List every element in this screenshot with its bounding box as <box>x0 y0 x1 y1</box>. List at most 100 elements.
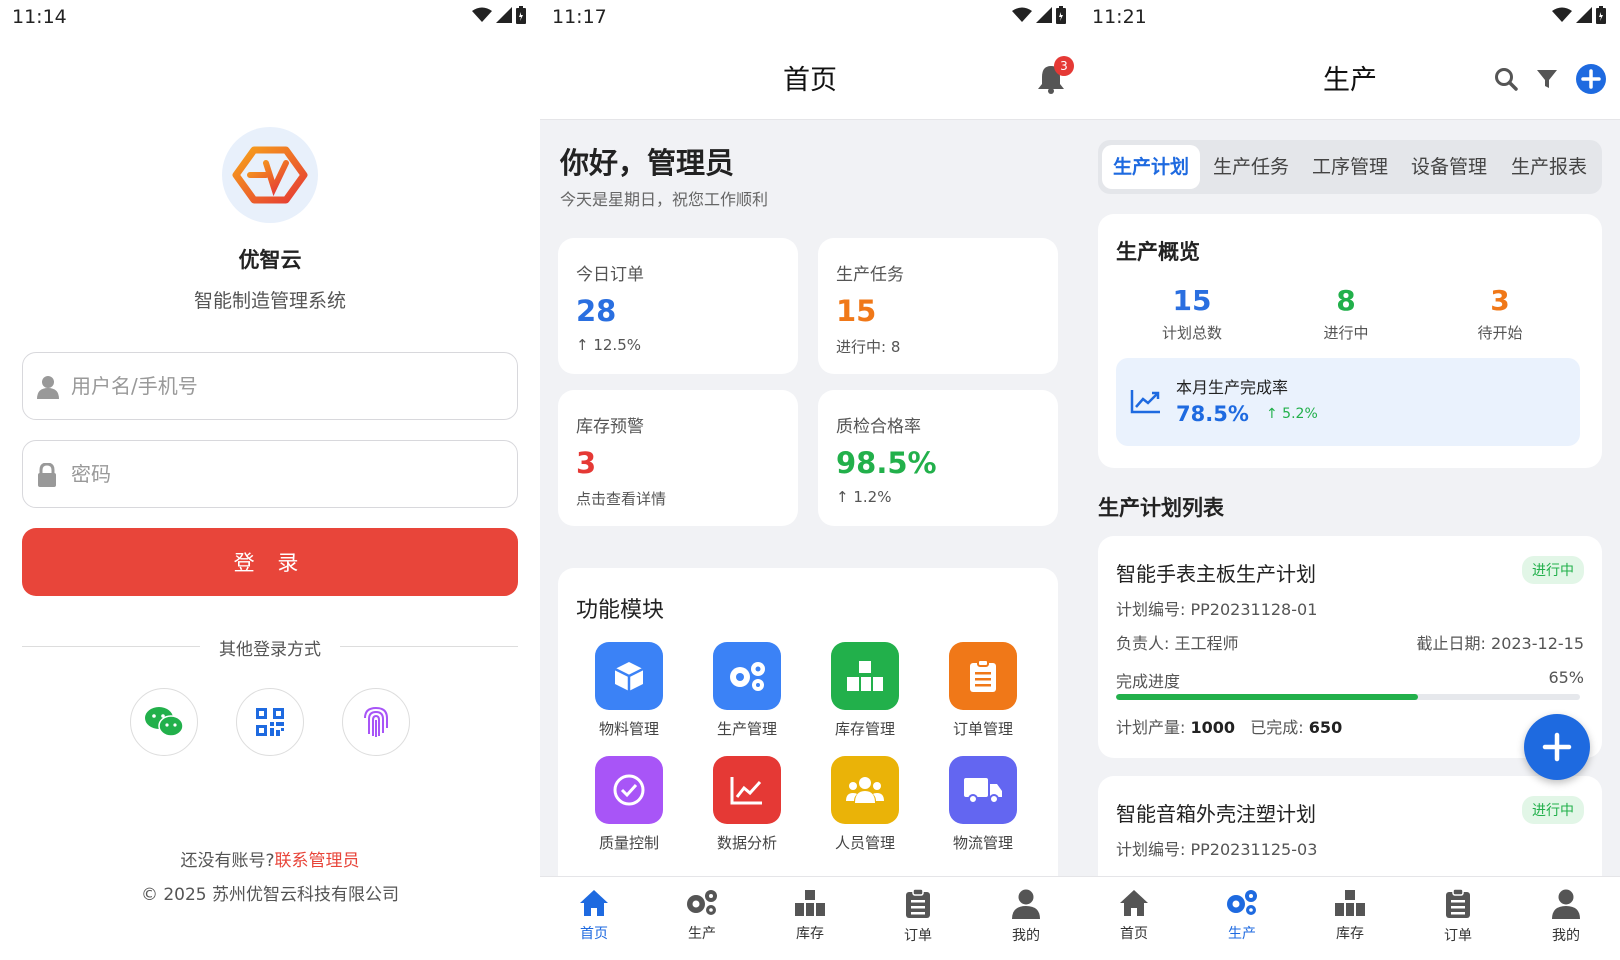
tab-equipment[interactable]: 设备管理 <box>1400 145 1498 189</box>
tab-report[interactable]: 生产报表 <box>1500 145 1598 189</box>
gears-icon <box>713 642 781 710</box>
production-screen: 11:21 生产 生产计划 生产任务 工序管理 设备管理 生产报表 生产概览 1… <box>1080 0 1620 960</box>
stat-card-quality[interactable]: 质检合格率 98.5% ↑ 1.2% <box>818 390 1058 526</box>
qrcode-icon <box>256 708 284 736</box>
boxes-icon <box>795 890 825 916</box>
tab-orders[interactable]: 订单 <box>1404 888 1512 945</box>
overview-pending-label: 待开始 <box>1477 324 1523 342</box>
search-icon[interactable] <box>1494 67 1518 91</box>
tab-label: 首页 <box>580 926 608 942</box>
stat-card-tasks[interactable]: 生产任务 15 进行中: 8 <box>818 238 1058 374</box>
plan-card[interactable]: 智能手表主板生产计划 进行中 计划编号: PP20231128-01 负责人: … <box>1098 536 1602 758</box>
stat-sub: 进行中: 8 <box>836 338 901 356</box>
done-label: 已完成: <box>1250 718 1304 737</box>
battery-icon <box>516 6 526 24</box>
tab-inventory[interactable]: 库存 <box>756 889 864 943</box>
tab-mine[interactable]: 我的 <box>972 889 1080 945</box>
logo-icon <box>232 146 308 204</box>
progress-bar <box>1116 694 1580 700</box>
status-time: 11:14 <box>12 6 67 28</box>
other-login-label: 其他登录方式 <box>0 635 540 660</box>
cube-icon <box>595 642 663 710</box>
tab-production[interactable]: 生产 <box>648 889 756 943</box>
plan-name: 智能手表主板生产计划 <box>1116 562 1316 586</box>
tab-mine[interactable]: 我的 <box>1512 889 1620 945</box>
login-screen: 11:14 优智云 智能制造管理系统 登 录 其他登录方式 <box>0 0 540 960</box>
stat-card-inventory-alert[interactable]: 库存预警 3 点击查看详情 <box>558 390 798 526</box>
tab-home[interactable]: 首页 <box>1080 889 1188 943</box>
overview-inprogress-value: 8 <box>1336 284 1356 317</box>
plan-code-row: 计划编号: PP20231125-03 <box>1116 836 1317 860</box>
username-field[interactable] <box>22 352 518 420</box>
tab-label: 库存 <box>1336 926 1364 942</box>
module-personnel[interactable]: 人员管理 <box>810 756 920 853</box>
module-production[interactable]: 生产管理 <box>692 642 802 739</box>
overview-title: 生产概览 <box>1116 240 1200 264</box>
rate-value: 78.5% <box>1176 402 1249 426</box>
plan-code-label: 计划编号: <box>1116 840 1186 859</box>
add-circle-icon[interactable] <box>1576 64 1606 94</box>
overview-total-label: 计划总数 <box>1161 324 1222 342</box>
modules-card: 功能模块 物料管理 生产管理 库存管理 订单管理 质量控制 数据分析 人员管理 … <box>558 568 1058 908</box>
add-plan-fab[interactable] <box>1524 714 1590 780</box>
module-inventory[interactable]: 库存管理 <box>810 642 920 739</box>
tab-production[interactable]: 生产 <box>1188 889 1296 943</box>
stat-card-orders[interactable]: 今日订单 28 ↑ 12.5% <box>558 238 798 374</box>
clipboard-icon <box>949 642 1017 710</box>
navbar-actions <box>1494 64 1606 94</box>
tab-plan[interactable]: 生产计划 <box>1102 145 1200 189</box>
stat-value: 15 <box>836 294 877 328</box>
module-label: 质量控制 <box>598 834 659 852</box>
status-icons <box>1552 6 1606 24</box>
qrcode-login-button[interactable] <box>236 688 304 756</box>
plan-code-label: 计划编号: <box>1116 600 1186 619</box>
module-quality[interactable]: 质量控制 <box>574 756 684 853</box>
password-field[interactable] <box>22 440 518 508</box>
progress-bar-fill <box>1116 694 1418 700</box>
status-bar: 11:21 <box>1080 0 1620 34</box>
progress-percent: 65% <box>1548 668 1584 687</box>
wechat-icon <box>145 707 184 737</box>
plan-code: PP20231128-01 <box>1190 600 1318 619</box>
contact-admin-link[interactable]: 联系管理员 <box>275 851 360 871</box>
fingerprint-login-button[interactable] <box>342 688 410 756</box>
module-material[interactable]: 物料管理 <box>574 642 684 739</box>
register-line: 还没有账号?联系管理员 <box>0 846 540 871</box>
tab-home[interactable]: 首页 <box>540 889 648 943</box>
tab-task[interactable]: 生产任务 <box>1202 145 1300 189</box>
password-input[interactable] <box>71 451 501 497</box>
plan-name: 智能音箱外壳注塑计划 <box>1116 802 1316 826</box>
wifi-icon <box>1552 7 1572 22</box>
battery-icon <box>1596 6 1606 24</box>
completion-rate-box: 本月生产完成率 78.5% ↑ 5.2% <box>1116 358 1580 446</box>
progress-label: 完成进度 <box>1116 672 1181 691</box>
home-screen: 11:17 首页 3 你好，管理员 今天是星期日，祝您工作顺利 今日订单 28 … <box>540 0 1080 960</box>
stat-value: 28 <box>576 294 617 328</box>
status-badge: 进行中 <box>1522 796 1584 824</box>
plan-code-row: 计划编号: PP20231128-01 <box>1116 596 1317 620</box>
greeting: 你好，管理员 <box>560 146 735 180</box>
module-analytics[interactable]: 数据分析 <box>692 756 802 853</box>
plan-code: PP20231125-03 <box>1190 840 1318 859</box>
rate-change: ↑ 5.2% <box>1266 406 1318 422</box>
plus-icon <box>1542 732 1572 762</box>
wechat-login-button[interactable] <box>130 688 198 756</box>
truck-icon <box>949 756 1017 824</box>
page-title: 首页 <box>783 65 837 96</box>
login-button[interactable]: 登 录 <box>22 528 518 596</box>
tab-orders[interactable]: 订单 <box>864 888 972 945</box>
filter-icon[interactable] <box>1536 68 1558 90</box>
overview-card: 生产概览 15 计划总数 8 进行中 3 待开始 本月生产完成率 78.5% ↑… <box>1098 214 1602 468</box>
username-input[interactable] <box>71 363 501 409</box>
signal-icon <box>496 7 512 23</box>
tab-process[interactable]: 工序管理 <box>1301 145 1399 189</box>
app-subtitle: 智能制造管理系统 <box>193 290 346 312</box>
users-icon <box>831 756 899 824</box>
module-logistics[interactable]: 物流管理 <box>928 756 1038 853</box>
fingerprint-icon <box>364 706 388 737</box>
module-orders[interactable]: 订单管理 <box>928 642 1038 739</box>
navbar: 生产 <box>1080 34 1620 120</box>
tab-label: 库存 <box>796 926 824 942</box>
user-icon <box>1552 889 1580 919</box>
tab-inventory[interactable]: 库存 <box>1296 889 1404 943</box>
